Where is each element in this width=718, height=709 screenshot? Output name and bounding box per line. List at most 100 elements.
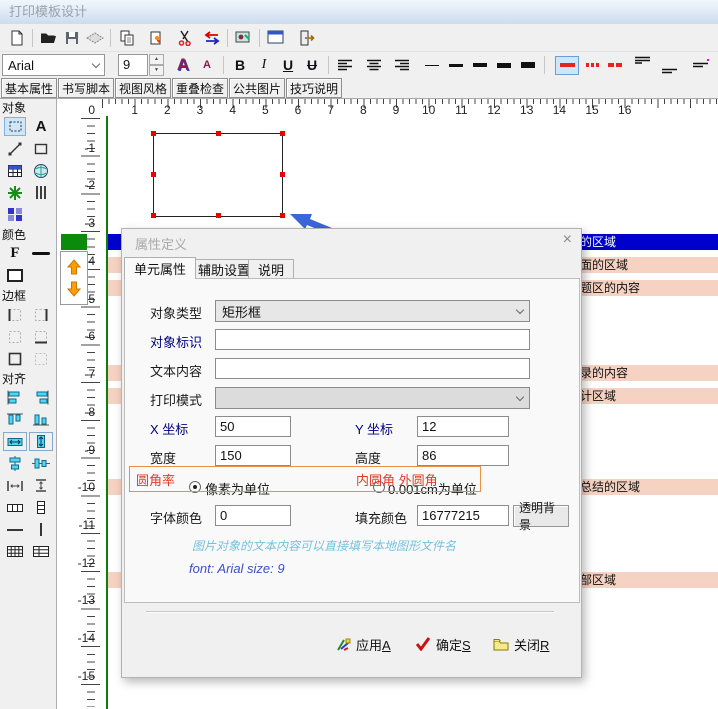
- tab-script[interactable]: 书写脚本: [58, 78, 114, 98]
- preview-button[interactable]: [232, 26, 255, 49]
- rectangle-tool[interactable]: [29, 139, 53, 158]
- new-window-button[interactable]: [264, 26, 287, 49]
- object-id-input[interactable]: [215, 329, 530, 350]
- h-spacing-button[interactable]: [3, 476, 27, 495]
- resize-handle[interactable]: [216, 131, 221, 136]
- close-button[interactable]: 关闭R: [493, 633, 549, 655]
- font-decrease-button[interactable]: A: [195, 55, 219, 75]
- line-weight-4-button[interactable]: [492, 55, 516, 75]
- tab-view-style[interactable]: 视图风格: [115, 78, 171, 98]
- grid-merge-button[interactable]: [29, 542, 53, 561]
- border-right-button[interactable]: [29, 305, 53, 324]
- underline-button[interactable]: U: [276, 55, 300, 75]
- line-style-dotted-button[interactable]: [586, 63, 599, 67]
- valign-top-button[interactable]: [630, 52, 654, 72]
- object-type-select[interactable]: 矩形框: [215, 300, 530, 322]
- move-up-button[interactable]: [67, 259, 81, 275]
- font-increase-button[interactable]: A: [171, 55, 195, 75]
- rows-button[interactable]: [29, 498, 53, 517]
- align-left-button[interactable]: [333, 55, 357, 75]
- valign-middle-button[interactable]: [689, 55, 713, 75]
- height-input[interactable]: [417, 445, 509, 466]
- cut-button[interactable]: [173, 26, 196, 49]
- image-tool[interactable]: [29, 161, 53, 180]
- line-style-solid-button[interactable]: [555, 56, 579, 75]
- fill-color-swatch[interactable]: [3, 266, 27, 285]
- resize-handle[interactable]: [280, 131, 285, 136]
- valign-bottom-button[interactable]: [657, 59, 681, 79]
- line-tool[interactable]: [3, 139, 27, 158]
- resize-handle[interactable]: [216, 213, 221, 218]
- exit-button[interactable]: [295, 26, 318, 49]
- apply-button[interactable]: 应用A: [336, 633, 391, 655]
- h-line-button[interactable]: [3, 520, 27, 539]
- table-tool[interactable]: [3, 161, 27, 180]
- fill-color-input[interactable]: [417, 505, 509, 526]
- text-tool[interactable]: A: [29, 117, 53, 136]
- text-content-input[interactable]: [215, 358, 530, 379]
- tab-overlap-check[interactable]: 重叠检查: [172, 78, 228, 98]
- dialog-tab-cell-properties[interactable]: 单元属性: [124, 257, 196, 279]
- v-spacing-button[interactable]: [29, 476, 53, 495]
- ok-button[interactable]: 确定S: [415, 633, 471, 655]
- border-all-button[interactable]: [3, 349, 27, 368]
- swap-arrows-button[interactable]: [200, 26, 223, 49]
- line-color-button[interactable]: [29, 244, 53, 263]
- spin-up-button[interactable]: ▲: [149, 54, 164, 65]
- grid-button[interactable]: [3, 542, 27, 561]
- dialog-tab-description[interactable]: 说明: [248, 259, 294, 278]
- italic-button[interactable]: I: [252, 55, 276, 75]
- copy-button[interactable]: [115, 26, 138, 49]
- x-coord-input[interactable]: [215, 416, 291, 437]
- align-top-edges-button[interactable]: [3, 410, 27, 429]
- font-family-select[interactable]: Arial: [2, 54, 105, 76]
- line-weight-3-button[interactable]: [468, 55, 492, 75]
- move-down-button[interactable]: [67, 281, 81, 297]
- line-weight-5-button[interactable]: [516, 55, 540, 75]
- bold-button[interactable]: B: [228, 55, 252, 75]
- align-bottom-edges-button[interactable]: [29, 410, 53, 429]
- line-weight-1-button[interactable]: [420, 55, 444, 75]
- open-file-button[interactable]: [37, 26, 60, 49]
- tab-shared-images[interactable]: 公共图片: [229, 78, 285, 98]
- line-weight-2-button[interactable]: [444, 55, 468, 75]
- width-input[interactable]: [215, 445, 291, 466]
- align-right-edges-button[interactable]: [29, 388, 53, 407]
- align-center-button[interactable]: [362, 55, 386, 75]
- font-color-input[interactable]: [215, 505, 291, 526]
- border-bottom-button[interactable]: [29, 327, 53, 346]
- columns-button[interactable]: [3, 498, 27, 517]
- border-none-button[interactable]: [29, 349, 53, 368]
- close-icon[interactable]: ×: [563, 232, 572, 248]
- same-width-button[interactable]: [3, 432, 27, 451]
- h-center-button[interactable]: [3, 454, 27, 473]
- select-tool[interactable]: [3, 117, 27, 136]
- y-coord-input[interactable]: [417, 416, 509, 437]
- tab-basic-properties[interactable]: 基本属性: [1, 78, 57, 98]
- border-top-button[interactable]: [3, 327, 27, 346]
- line-style-dashed-button[interactable]: [608, 63, 622, 67]
- v-line-button[interactable]: [29, 520, 53, 539]
- resize-handle[interactable]: [151, 131, 156, 136]
- strikethrough-button[interactable]: U: [300, 55, 324, 75]
- paste-special-button[interactable]: [144, 26, 167, 49]
- new-file-button[interactable]: [5, 26, 28, 49]
- v-center-button[interactable]: [29, 454, 53, 473]
- pattern-tool[interactable]: [3, 205, 27, 224]
- save-file-button[interactable]: [60, 26, 83, 49]
- transparent-background-button[interactable]: 透明背景: [513, 505, 569, 527]
- resize-handle[interactable]: [280, 172, 285, 177]
- resize-handle[interactable]: [151, 172, 156, 177]
- barcode-tool[interactable]: [29, 183, 53, 202]
- align-right-button[interactable]: [390, 55, 414, 75]
- print-preview-button[interactable]: [83, 26, 106, 49]
- same-height-button[interactable]: [29, 432, 53, 451]
- font-size-input[interactable]: 9: [118, 54, 148, 76]
- font-color-button[interactable]: F: [3, 244, 27, 263]
- resize-handle[interactable]: [151, 213, 156, 218]
- chart-tool[interactable]: [3, 183, 27, 202]
- spin-down-button[interactable]: ▼: [149, 65, 164, 76]
- border-left-button[interactable]: [3, 305, 27, 324]
- selected-rectangle-object[interactable]: [153, 133, 283, 217]
- tab-tips[interactable]: 技巧说明: [286, 78, 342, 98]
